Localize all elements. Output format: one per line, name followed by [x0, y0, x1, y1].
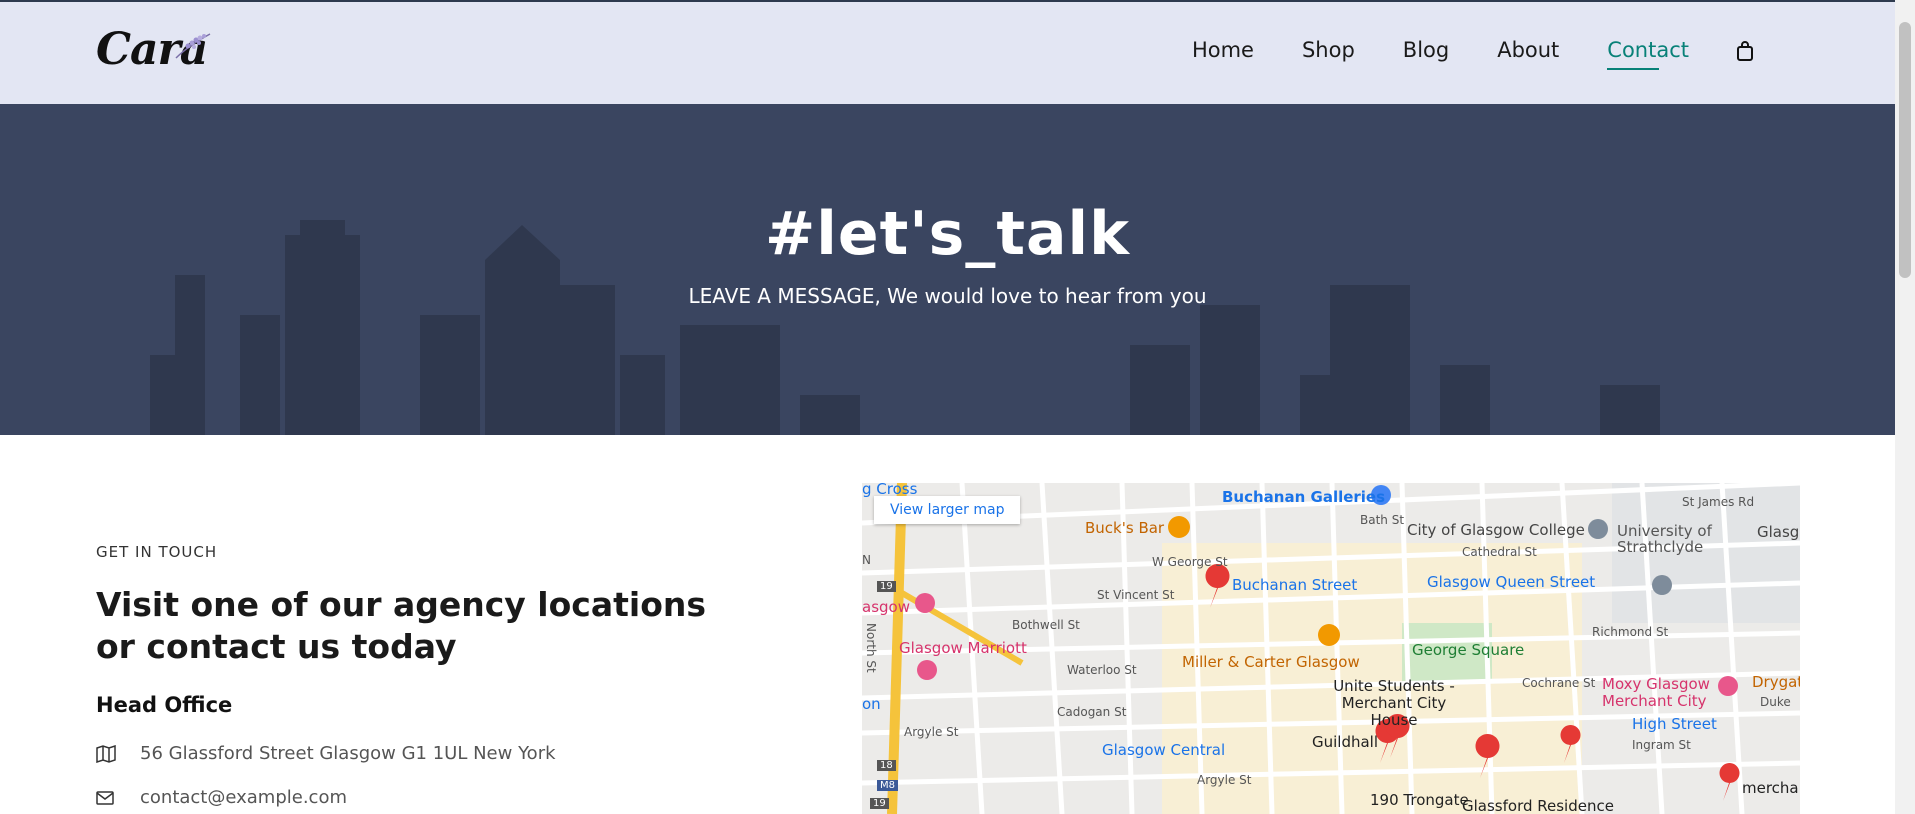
view-larger-map-button[interactable]: View larger map	[874, 496, 1021, 524]
map-label: Richmond St	[1592, 625, 1669, 639]
email-row: contact@example.com	[96, 787, 347, 808]
map-label: St Vincent St	[1097, 588, 1175, 602]
contact-headline: Visit one of our agency locations or con…	[96, 585, 707, 666]
map-label: 190 Trongate	[1370, 791, 1469, 809]
map-label: George Square	[1412, 641, 1525, 659]
map-label: Glasgow C	[1757, 523, 1800, 541]
map-label: Unite Students - Merchant City House	[1333, 677, 1455, 729]
map-label: Ingram St	[1632, 738, 1691, 752]
lavender-icon	[175, 33, 211, 59]
map-label: Buchanan Galleries	[1222, 488, 1386, 506]
map-label: St James Rd	[1682, 495, 1755, 509]
map-label: North St	[864, 623, 878, 673]
map-label: Cadogan St	[1057, 705, 1127, 719]
hero-title: #let's_talk	[765, 199, 1130, 269]
map-label: City of Glasgow College	[1407, 521, 1585, 539]
map-label: Glasgow Queen Street	[1427, 573, 1596, 591]
address-text: 56 Glassford Street Glasgow G1 1UL New Y…	[140, 743, 556, 764]
scrollbar-thumb[interactable]	[1899, 22, 1911, 278]
nav-blog[interactable]: Blog	[1403, 38, 1449, 66]
get-in-touch-label: GET IN TOUCH	[96, 543, 218, 561]
nav-home[interactable]: Home	[1192, 38, 1254, 66]
map-label: on	[862, 695, 881, 713]
map-icon	[96, 744, 116, 763]
hero-subtitle: LEAVE A MESSAGE, We would love to hear f…	[688, 284, 1207, 308]
main-nav: Home Shop Blog About Contact	[1144, 38, 1755, 70]
hero-banner: #let's_talk LEAVE A MESSAGE, We would lo…	[0, 104, 1895, 435]
map-label: Glasgow Central	[1102, 741, 1226, 759]
location-map[interactable]: View larger map Buchanan Galleries Buck'…	[862, 483, 1800, 814]
map-label: Moxy Glasgow Merchant City	[1602, 675, 1710, 710]
map-label: g Cross	[862, 483, 918, 498]
nav-shop[interactable]: Shop	[1302, 38, 1355, 66]
map-label: Duke	[1760, 695, 1791, 709]
road-badge: 19	[870, 798, 889, 809]
road-badge: M8	[877, 780, 898, 791]
map-label: Glasgow Marriott	[899, 639, 1027, 657]
map-label: Buchanan Street	[1232, 576, 1358, 594]
nav-about[interactable]: About	[1497, 38, 1559, 66]
map-label: Cochrane St	[1522, 676, 1596, 690]
shopping-bag-icon[interactable]	[1735, 40, 1755, 64]
map-label: Bath St	[1360, 513, 1405, 527]
map-label: University of Strathclyde	[1617, 522, 1712, 556]
map-label: Cathedral St	[1462, 545, 1537, 559]
map-label: N	[862, 553, 871, 567]
map-label: Glassford Residence	[1462, 797, 1614, 814]
map-label: High Street	[1632, 715, 1717, 733]
road-badge: 19	[877, 581, 896, 592]
address-row: 56 Glassford Street Glasgow G1 1UL New Y…	[96, 743, 556, 764]
head-office-heading: Head Office	[96, 693, 233, 717]
email-text[interactable]: contact@example.com	[140, 787, 347, 808]
road-badge: 18	[877, 760, 896, 771]
map-label: Drygat	[1752, 673, 1800, 691]
nav-contact[interactable]: Contact	[1607, 38, 1689, 70]
map-label: W George St	[1152, 555, 1228, 569]
logo[interactable]: Cara	[96, 24, 216, 80]
map-label: Waterloo St	[1067, 663, 1137, 677]
map-label: Buck's Bar	[1085, 519, 1165, 537]
map-label: mercha	[1742, 779, 1799, 797]
map-label: Argyle St	[904, 725, 959, 739]
envelope-icon	[96, 789, 116, 807]
map-label: Argyle St	[1197, 773, 1252, 787]
map-label: Bothwell St	[1012, 618, 1080, 632]
map-label: Guildhall	[1312, 733, 1379, 751]
map-label: Miller & Carter Glasgow	[1182, 653, 1360, 671]
page-scrollbar[interactable]	[1895, 0, 1915, 814]
map-label: asgow	[862, 598, 910, 616]
site-header: Cara Home Shop Blog About Contact	[0, 0, 1895, 104]
